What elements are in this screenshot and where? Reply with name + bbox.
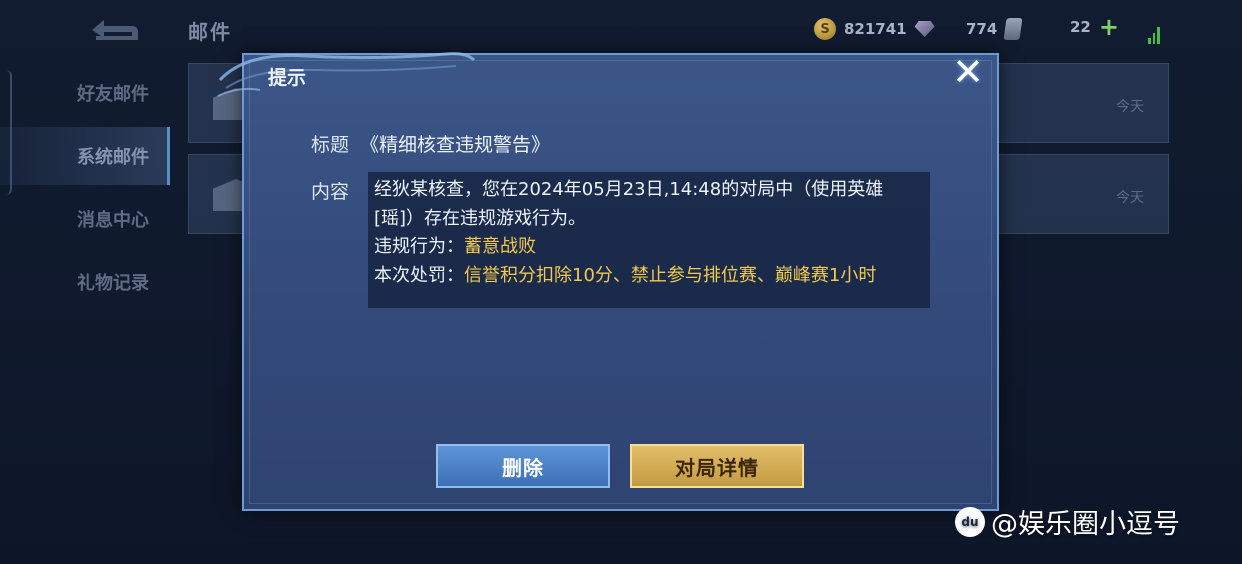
gem-amount: 774 [966,20,998,38]
delete-button[interactable]: 删除 [436,444,610,488]
watermark: du @娱乐圈小逗号 [955,502,1180,541]
sidebar-item-gift-record[interactable]: 礼物记录 [0,253,170,311]
subject-label: 标题 [311,134,350,156]
violation-value: 蓄意战败 [464,236,536,257]
violation-line: 违规行为：蓄意战败 [374,233,924,262]
mail-date: 今天 [1116,190,1144,206]
dialog-title: 提示 [268,67,307,89]
paw-logo-icon: du [955,506,985,537]
match-details-button[interactable]: 对局详情 [630,444,804,488]
sidebar-item-friend-mail[interactable]: 好友邮件 [0,64,170,122]
mail-date: 今天 [1116,99,1144,115]
watermark-text: @娱乐圈小逗号 [991,509,1180,540]
mail-content-box[interactable]: 经狄某核查，您在2024年05月23日,14:48的对局中（使用英雄[瑶]）存在… [368,172,930,308]
ticket-counter: 22 + [1070,15,1119,39]
penalty-line: 本次处罚：信誉积分扣除10分、禁止参与排位赛、巅峰赛1小时 [374,262,924,291]
back-arrow-icon[interactable] [86,16,140,44]
sidebar-item-label: 礼物记录 [77,273,149,294]
cloud-ornament-icon [217,52,476,97]
coin-amount: 821741 [844,20,907,38]
network-signal-icon [1148,22,1161,44]
add-currency-icon[interactable]: + [1099,15,1119,39]
coin-counter: S 821741 [814,18,935,40]
content-text: 经狄某核查，您在2024年05月23日,14:48的对局中（使用英雄[瑶]）存在… [374,179,884,229]
violation-label: 违规行为： [374,236,464,257]
page-title: 邮件 [188,20,232,44]
ticket-amount: 22 [1070,18,1091,36]
penalty-label: 本次处罚： [374,264,464,286]
gem-counter: 774 [966,18,1023,40]
sidebar-item-system-mail[interactable]: 系统邮件 [0,127,170,185]
coin-icon: S [814,18,836,40]
close-icon[interactable]: ✕ [948,52,988,92]
sidebar-item-label: 系统邮件 [77,147,149,168]
mail-subject: 《精细核查违规警告》 [360,134,551,156]
penalty-value: 信誉积分扣除10分、禁止参与排位赛、巅峰赛1小时 [464,264,877,286]
sidebar-item-label: 消息中心 [77,210,149,231]
content-label: 内容 [311,181,350,203]
diamond-icon [914,21,935,37]
sidebar-item-message-center[interactable]: 消息中心 [0,190,170,248]
ticket-icon [1003,18,1023,40]
sidebar-item-label: 好友邮件 [77,84,149,105]
